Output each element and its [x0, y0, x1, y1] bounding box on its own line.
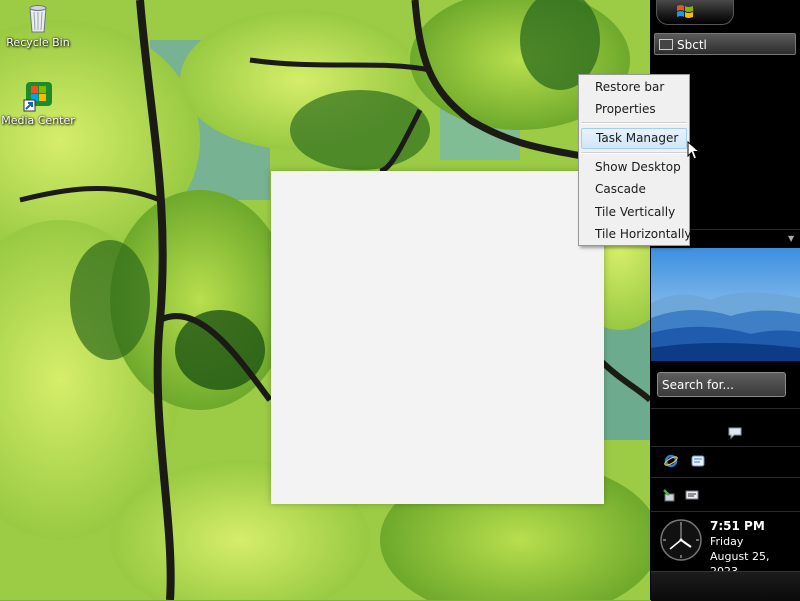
menu-separator: [581, 122, 687, 124]
blank-window[interactable]: [271, 171, 604, 504]
slideshow-gadget[interactable]: [651, 248, 800, 361]
menu-item-task-manager[interactable]: Task Manager: [581, 128, 687, 149]
tray-gadget-secondary: [651, 477, 800, 512]
media-center-desktop-icon[interactable]: Media Center: [0, 80, 76, 127]
clock-time: 7:51 PM: [710, 519, 765, 533]
tray-gadget: [651, 446, 800, 477]
messenger-icon[interactable]: [691, 454, 705, 468]
media-center-label: Media Center: [1, 114, 75, 127]
recycle-bin-icon: [22, 2, 54, 34]
sbctl-toolbar[interactable]: Sbctl: [654, 33, 796, 55]
menu-item-show-desktop[interactable]: Show Desktop: [581, 157, 687, 178]
feed-gadget: [651, 408, 800, 447]
speech-bubble-icon[interactable]: [728, 426, 742, 440]
clock-day: Friday: [710, 535, 744, 548]
clock-readout: 7:51 PM Friday August 25, 2023: [710, 518, 800, 579]
windows-logo-icon[interactable]: [674, 1, 696, 23]
context-menu: Restore bar Properties Task Manager Show…: [578, 74, 692, 246]
internet-explorer-icon[interactable]: [664, 454, 678, 468]
recycle-bin-label: Recycle Bin: [6, 36, 70, 49]
menu-item-tile-vertically[interactable]: Tile Vertically: [581, 202, 687, 223]
network-icon[interactable]: [685, 488, 699, 502]
window-icon: [659, 39, 673, 50]
menu-separator: [581, 152, 687, 154]
search-input[interactable]: [657, 372, 786, 397]
menu-item-properties[interactable]: Properties: [581, 99, 687, 120]
sbctl-title: Sbctl: [677, 38, 707, 52]
menu-item-restore-bar[interactable]: Restore bar: [581, 77, 687, 98]
recycle-bin-desktop-icon[interactable]: Recycle Bin: [0, 2, 76, 49]
mouse-cursor-icon: [687, 140, 701, 161]
chevron-down-icon[interactable]: ▼: [788, 234, 794, 243]
safely-remove-icon[interactable]: [662, 488, 676, 502]
menu-item-tile-horizontally[interactable]: Tile Horizontally: [581, 224, 692, 245]
analog-clock-icon: [659, 518, 703, 562]
sidebar-footer: [651, 571, 800, 601]
menu-item-cascade[interactable]: Cascade: [581, 179, 687, 200]
media-center-icon: [22, 80, 54, 112]
